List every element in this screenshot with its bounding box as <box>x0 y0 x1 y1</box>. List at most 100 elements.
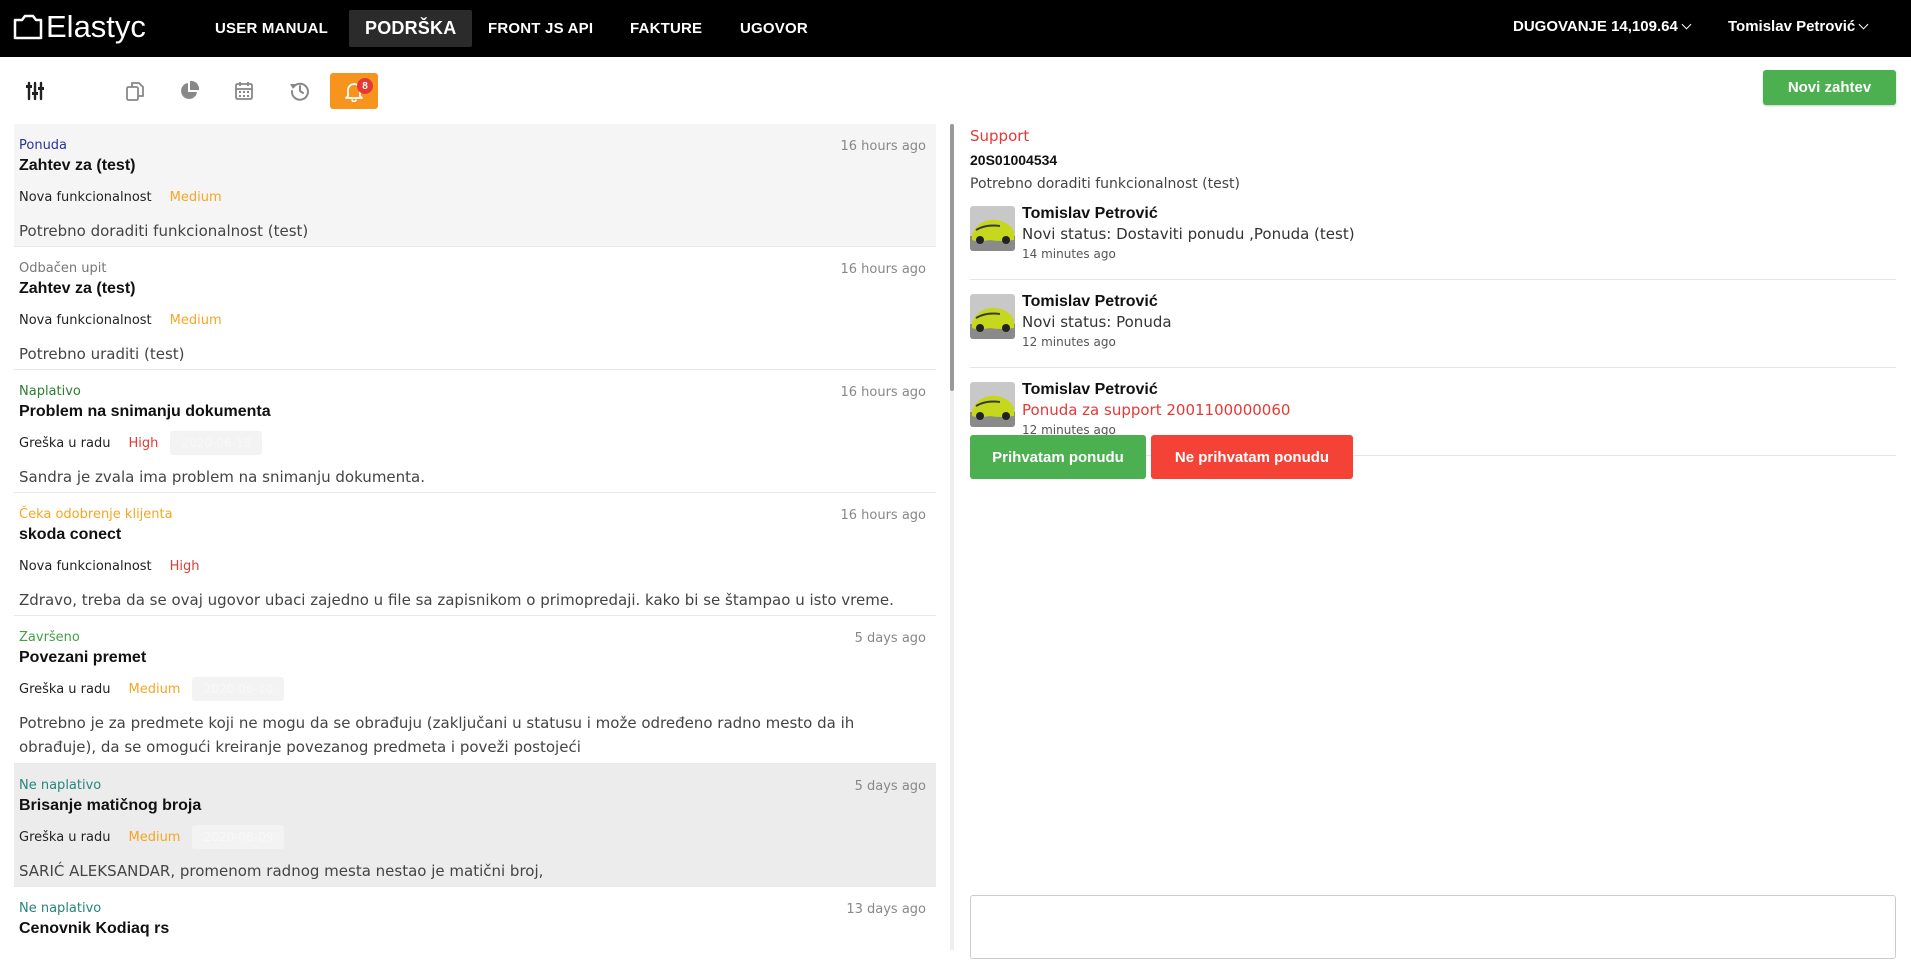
calendar-button[interactable] <box>220 73 268 109</box>
ticket-description: Potrebno je za predmete koji ne mogu da … <box>19 714 855 756</box>
ticket-status: Čeka odobrenje klijenta <box>19 507 173 522</box>
avatar <box>970 294 1015 339</box>
debt-label: DUGOVANJE 14,109.64 <box>1513 18 1678 35</box>
ticket-deadline-badge: 2020-06-09 <box>192 825 285 849</box>
avatar <box>970 382 1015 427</box>
ticket-type: Nova funkcionalnost <box>19 189 152 205</box>
top-navbar: Elastyc USER MANUAL PODRŠKA FRONT JS API… <box>0 0 1911 57</box>
history-button[interactable] <box>276 73 324 109</box>
comment-text: Novi status: Ponuda <box>1022 313 1172 331</box>
comment-author: Tomislav Petrović <box>1022 381 1158 398</box>
ticket-list: Ponuda 16 hours ago Zahtev za (test) Nova f… <box>14 124 936 950</box>
ticket-title: Cenovnik Kodiaq rs <box>19 920 170 937</box>
nav-ugovor[interactable]: UGOVOR <box>724 10 824 47</box>
ticket-status: Ne naplativo <box>19 778 102 793</box>
ticket-time: 16 hours ago <box>840 262 926 277</box>
ticket-meta: Greška u radu Medium 2020-06-10 <box>19 677 931 701</box>
ticket-description: SARIĆ ALEKSANDAR, promenom radnog mesta … <box>19 862 544 880</box>
accept-offer-button[interactable]: Prihvatam ponudu <box>970 435 1146 479</box>
ticket-description: Potrebno doraditi funkcionalnost (test) <box>970 176 1240 192</box>
chevron-down-icon <box>1681 19 1692 30</box>
ticket-status: Odbačen upit <box>19 261 107 276</box>
comment-text: Novi status: Dostaviti ponudu ,Ponuda (t… <box>1022 225 1355 243</box>
ticket-description: Zdravo, treba da se ovaj ugovor ubaci za… <box>19 591 894 609</box>
ticket-title: Zahtev za (test) <box>19 157 136 174</box>
ticket-description: Sandra je zvala ima problem na snimanju … <box>19 468 426 486</box>
ticket-type: Nova funkcionalnost <box>19 558 152 574</box>
nav-podrska[interactable]: PODRŠKA <box>349 10 473 47</box>
ticket-detail: Support 20S01004534 Potrebno doraditi fu… <box>970 124 1896 456</box>
filter-button[interactable] <box>11 73 59 109</box>
new-request-button[interactable]: Novi zahtev <box>1763 70 1896 105</box>
filter-sliders-icon <box>26 81 44 101</box>
ticket-deadline-badge: 2020-06-10 <box>192 677 285 701</box>
ticket-row[interactable]: Ne naplativo 13 days ago Cenovnik Kodiaq r… <box>14 887 936 950</box>
comment-time: 14 minutes ago <box>1022 247 1116 261</box>
ticket-time: 16 hours ago <box>840 385 926 400</box>
notifications-button[interactable]: 8 <box>330 73 378 109</box>
history-icon <box>290 82 309 101</box>
calendar-icon <box>235 82 253 100</box>
ticket-type: Nova funkcionalnost <box>19 312 152 328</box>
ticket-number: 20S01004534 <box>970 152 1058 168</box>
ticket-priority: High <box>169 558 200 574</box>
ticket-row[interactable]: Čeka odobrenje klijenta 16 hours ago skoda… <box>14 493 936 616</box>
ticket-type: Greška u radu <box>19 829 111 845</box>
ticket-title: Brisanje matičnog broja <box>19 797 202 814</box>
ticket-row[interactable]: Naplativo 16 hours ago Problem na snimanju… <box>14 370 936 493</box>
comment-list: Tomislav Petrović Novi status: Dostaviti … <box>970 202 1896 456</box>
avatar <box>970 206 1015 251</box>
ticket-meta: Nova funkcionalnost High <box>19 554 931 578</box>
ticket-priority: Medium <box>128 681 181 697</box>
ticket-row[interactable]: Ne naplativo 5 days ago Brisanje matičnog … <box>14 764 936 887</box>
chevron-down-icon <box>1858 19 1869 30</box>
ticket-row[interactable]: Ponuda 16 hours ago Zahtev za (test) Nova f… <box>14 124 936 247</box>
ticket-status: Ponuda <box>19 138 68 153</box>
app-logo[interactable]: Elastyc <box>12 9 146 45</box>
ticket-time: 5 days ago <box>854 779 926 794</box>
ticket-status: Naplativo <box>19 384 81 399</box>
ticket-meta: Nova funkcionalnost Medium <box>19 185 931 209</box>
app-name: Elastyc <box>46 9 146 44</box>
ticket-deadline-badge: 2020-06-18 <box>170 431 263 455</box>
camera-logo-icon <box>13 14 43 40</box>
ticket-status: Završeno <box>19 630 80 645</box>
scrollbar-thumb[interactable] <box>950 124 954 391</box>
copy-button[interactable] <box>111 73 159 109</box>
ticket-type: Greška u radu <box>19 435 111 451</box>
notification-count-badge: 8 <box>357 78 373 94</box>
ticket-category: Support <box>970 127 1030 145</box>
ticket-priority: Medium <box>169 189 222 205</box>
pie-chart-icon <box>181 80 200 99</box>
comment-time: 12 minutes ago <box>1022 335 1116 349</box>
user-menu[interactable]: Tomislav Petrović <box>1728 18 1869 35</box>
ticket-type: Greška u radu <box>19 681 111 697</box>
nav-front-js-api[interactable]: FRONT JS API <box>472 10 609 47</box>
ticket-row[interactable]: Odbačen upit 16 hours ago Zahtev za (test)… <box>14 247 936 370</box>
ticket-title: skoda conect <box>19 526 122 543</box>
comment-text[interactable]: Ponuda za support 2001100000060 <box>1022 400 1896 420</box>
ticket-time: 5 days ago <box>854 631 926 646</box>
ticket-meta: Greška u radu Medium 2020-06-09 <box>19 825 931 849</box>
ticket-row[interactable]: Završeno 5 days ago Povezani premet Greška … <box>14 616 936 764</box>
ticket-meta: Nova funkcionalnost Medium <box>19 308 931 332</box>
ticket-time: 16 hours ago <box>840 139 926 154</box>
ticket-title: Problem na snimanju dokumenta <box>19 403 271 420</box>
ticket-priority: Medium <box>169 312 222 328</box>
comment-author: Tomislav Petrović <box>1022 205 1158 222</box>
nav-user-manual[interactable]: USER MANUAL <box>199 10 344 47</box>
debt-dropdown[interactable]: DUGOVANJE 14,109.64 <box>1513 18 1692 35</box>
comment-item: Tomislav Petrović Novi status: Dostaviti … <box>970 202 1896 280</box>
ticket-description: Potrebno uraditi (test) <box>19 345 185 363</box>
ticket-priority: Medium <box>128 829 181 845</box>
ticket-title: Zahtev za (test) <box>19 280 136 297</box>
nav-fakture[interactable]: FAKTURE <box>614 10 718 47</box>
reply-textarea[interactable] <box>970 895 1896 959</box>
reject-offer-button[interactable]: Ne prihvatam ponudu <box>1151 435 1353 479</box>
ticket-description: Potrebno doraditi funkcionalnost (test) <box>19 222 309 240</box>
copy-icon <box>126 82 144 101</box>
statistics-button[interactable] <box>165 73 213 109</box>
ticket-meta: Greška u radu High 2020-06-18 <box>19 431 931 455</box>
ticket-title: Povezani premet <box>19 649 147 666</box>
ticket-time: 13 days ago <box>846 902 926 917</box>
